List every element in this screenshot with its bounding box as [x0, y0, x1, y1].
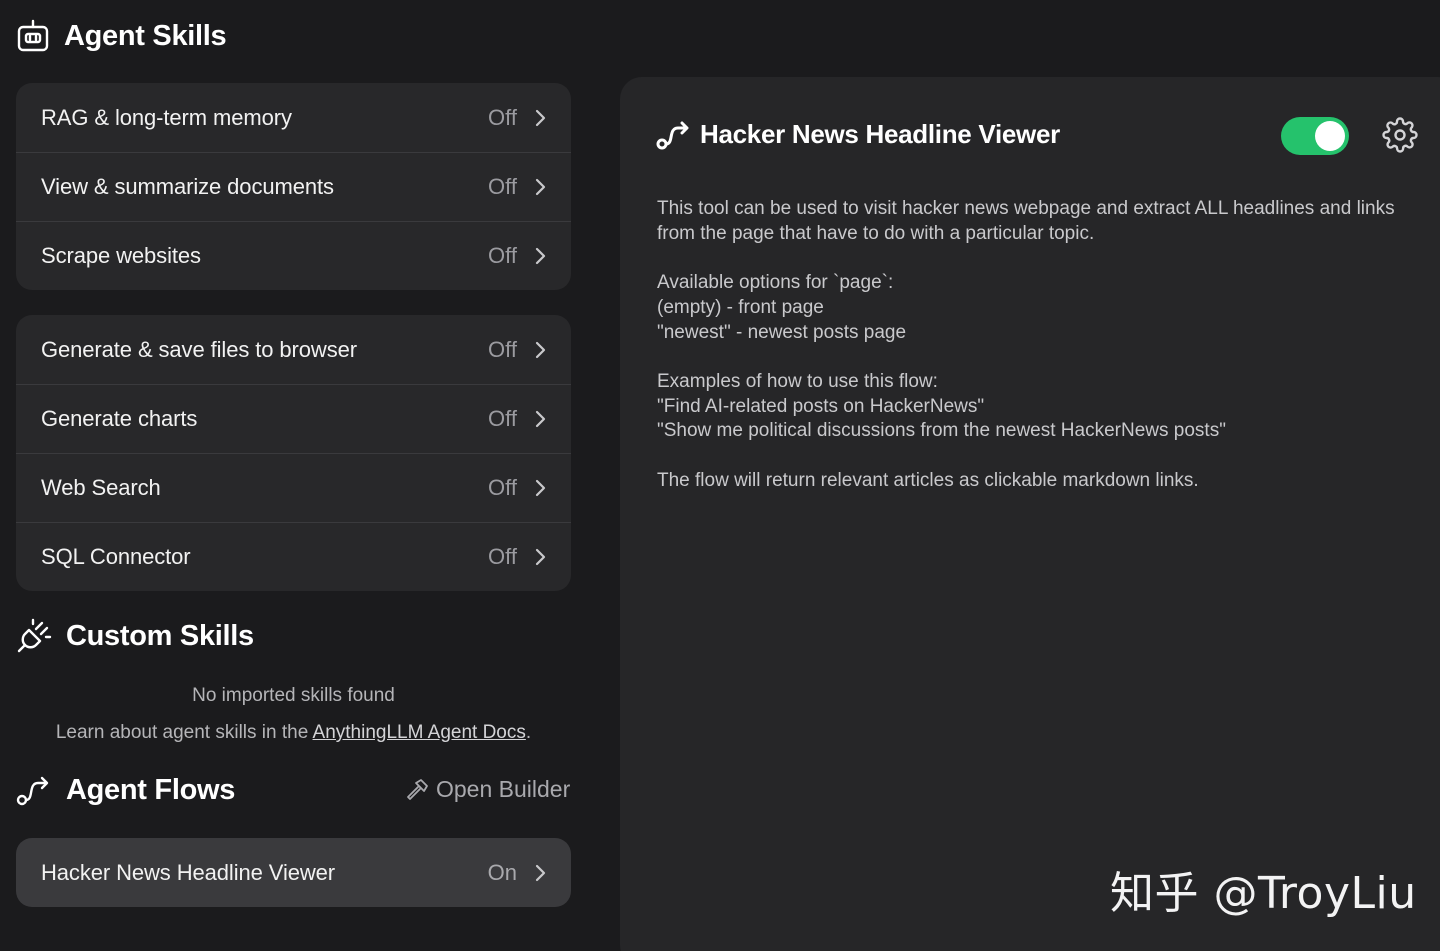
skill-status: Off [488, 544, 517, 569]
description-line: The flow will return relevant articles a… [657, 469, 1199, 491]
chevron-right-icon [535, 410, 546, 428]
agent-flows-header: Agent Flows [16, 773, 235, 807]
skill-status-group: Off [488, 406, 547, 432]
chevron-right-icon [535, 178, 546, 196]
description-line: "Find AI-related posts on HackerNews" [657, 395, 985, 417]
agent-docs-link[interactable]: AnythingLLM Agent Docs [313, 722, 526, 743]
no-skills-text: No imported skills found [192, 685, 395, 706]
description-paragraph: The flow will return relevant articles a… [657, 469, 1427, 494]
gear-icon[interactable] [1382, 117, 1418, 153]
skills-card-core: RAG & long-term memory Off View & summar… [16, 83, 571, 290]
description-line: This tool can be used to visit hacker ne… [657, 198, 1395, 244]
learn-more-text: Learn about agent skills in the Anything… [16, 722, 571, 744]
skill-status: Off [488, 174, 517, 199]
description-line: "newest" - newest posts page [657, 321, 907, 343]
flow-icon [16, 776, 49, 806]
description-paragraph: This tool can be used to visit hacker ne… [657, 197, 1427, 246]
open-builder-label: Open Builder [436, 776, 571, 802]
flow-detail-panel: Hacker News Headline Viewer This tool ca… [620, 77, 1440, 951]
skill-status-group: Off [488, 243, 547, 269]
chevron-right-icon [535, 247, 546, 265]
app-root: Agent Skills RAG & long-term memory Off … [0, 0, 1440, 951]
skill-status-group: Off [488, 337, 547, 363]
description-paragraph: Examples of how to use this flow: "Find … [657, 370, 1427, 444]
flow-row-hacker-news[interactable]: Hacker News Headline Viewer On [16, 838, 571, 907]
flow-detail-header: Hacker News Headline Viewer [656, 119, 1060, 150]
flow-icon [656, 121, 689, 149]
description-paragraph: Available options for `page`: (empty) - … [657, 271, 1427, 345]
plug-icon [17, 618, 52, 653]
flow-label: Hacker News Headline Viewer [41, 859, 336, 885]
skill-row-scrape[interactable]: Scrape websites Off [16, 221, 571, 290]
page-title: Agent Skills [64, 19, 227, 52]
description-line: (empty) - front page [657, 296, 824, 318]
chevron-right-icon [535, 341, 546, 358]
skill-label: RAG & long-term memory [41, 104, 292, 130]
skill-status: Off [488, 336, 517, 362]
skill-label: Generate charts [41, 406, 198, 431]
watermark: 知乎 @TroyLiu [1110, 868, 1417, 919]
skill-status-group: Off [488, 174, 547, 200]
custom-skills-title: Custom Skills [66, 619, 254, 652]
flow-description: This tool can be used to visit hacker ne… [657, 197, 1427, 518]
skill-row-summarize[interactable]: View & summarize documents Off [16, 152, 571, 221]
flow-detail-title: Hacker News Headline Viewer [700, 119, 1060, 149]
agent-flows-title: Agent Flows [66, 773, 236, 806]
skill-status: Off [488, 406, 517, 431]
skill-status-group: Off [488, 544, 547, 570]
skill-row-rag[interactable]: RAG & long-term memory Off [16, 83, 571, 152]
learn-suffix: . [525, 722, 532, 743]
skill-row-save-files[interactable]: Generate & save files to browser Off [16, 315, 571, 384]
open-builder-button[interactable]: Open Builder [405, 776, 570, 803]
flow-enabled-toggle[interactable] [1281, 117, 1349, 155]
description-line: Examples of how to use this flow: [657, 370, 938, 392]
skill-label: View & summarize documents [41, 174, 334, 199]
hammer-icon [407, 778, 428, 800]
custom-skills-header: Custom Skills [16, 618, 254, 654]
flow-status-group: On [488, 860, 547, 886]
skill-status-group: Off [488, 105, 547, 131]
skill-row-web-search[interactable]: Web Search Off [16, 453, 571, 522]
skill-row-charts[interactable]: Generate charts Off [16, 384, 571, 453]
description-line: "Show me political discussions from the … [657, 420, 1226, 442]
description-line: Available options for `page`: [657, 272, 894, 294]
chevron-right-icon [535, 479, 546, 497]
robot-icon [17, 19, 49, 52]
skills-card-tools: Generate & save files to browser Off Gen… [16, 315, 571, 591]
skill-status: Off [488, 243, 517, 268]
skills-sidebar: Agent Skills RAG & long-term memory Off … [0, 0, 600, 951]
skill-label: Generate & save files to browser [41, 336, 357, 362]
skill-label: Scrape websites [41, 243, 201, 268]
skill-status: Off [488, 475, 517, 500]
chevron-right-icon [535, 548, 546, 566]
agent-skills-header: Agent Skills [16, 18, 227, 54]
chevron-right-icon [535, 109, 546, 126]
skill-label: SQL Connector [41, 544, 191, 569]
skill-row-sql[interactable]: SQL Connector Off [16, 522, 571, 591]
chevron-right-icon [535, 864, 546, 881]
learn-prefix: Learn about agent skills in the [55, 722, 313, 743]
skill-label: Web Search [41, 475, 161, 500]
toggle-knob [1315, 121, 1345, 151]
skill-status: Off [488, 104, 517, 130]
flow-status: On [487, 859, 517, 885]
flows-card: Hacker News Headline Viewer On [16, 838, 571, 907]
skill-status-group: Off [488, 475, 547, 501]
